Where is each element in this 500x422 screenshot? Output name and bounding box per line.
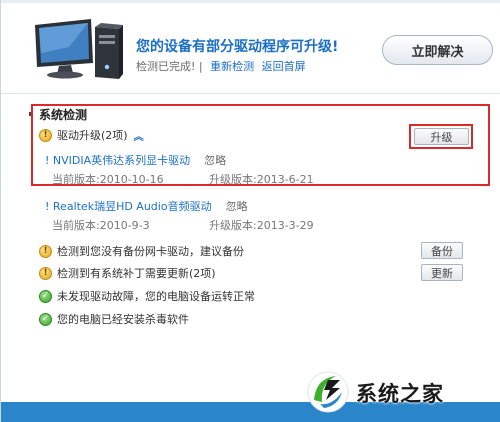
available-version: 升级版本:2013-3-29 (209, 219, 314, 232)
check-text: 检测到有系统补丁需要更新(2项) (57, 267, 216, 280)
driver-upgrade-label: 驱动升级(2项) (57, 129, 128, 142)
check-item-driver-ok: ✓ 未发现驱动故障，您的电脑设备运转正常 (39, 288, 255, 304)
warning-icon: ! (39, 244, 52, 258)
checkmark-icon: ✓ (39, 289, 52, 303)
warning-icon: ! (39, 128, 52, 142)
check-text: 未发现驱动故障，您的电脑设备运转正常 (57, 290, 255, 303)
header-status-line: 检测已完成! | 重新检测 返回首屏 (136, 58, 306, 74)
watermark-text: 系统之家 (356, 382, 444, 406)
chevron-up-icon[interactable]: ︽ (134, 128, 144, 143)
driver-item-realtek: ! Realtek瑞昱HD Audio音频驱动 忽略 (45, 198, 248, 214)
checkmark-icon: ✓ (39, 312, 52, 326)
update-button[interactable]: 更新 (421, 264, 463, 281)
header: 您的设备有部分驱动程序可升级! 检测已完成! | 重新检测 返回首屏 立即解决 (1, 3, 500, 90)
header-title: 您的设备有部分驱动程序可升级! (136, 39, 339, 55)
header-divider (1, 93, 500, 94)
return-home-link[interactable]: 返回首屏 (262, 60, 306, 73)
site-watermark: 系统之家 (306, 368, 496, 416)
driver-manager-window: 您的设备有部分驱动程序可升级! 检测已完成! | 重新检测 返回首屏 立即解决 … (0, 0, 500, 422)
current-version: 当前版本:2010-10-16 (52, 173, 164, 186)
upgrade-button[interactable]: 升级 (414, 128, 469, 145)
check-item-antivirus: ✓ 您的电脑已经安装杀毒软件 (39, 311, 189, 327)
fix-now-button[interactable]: 立即解决 (382, 35, 493, 65)
driver-upgrade-row[interactable]: ! 驱动升级(2项) ︽ (39, 127, 144, 143)
driver-item-nvidia: ! NVIDIA英伟达系列显卡驱动 忽略 (45, 152, 226, 168)
ignore-link[interactable]: 忽略 (204, 152, 226, 168)
check-item-backup: ! 检测到您没有备份网卡驱动，建议备份 (39, 243, 244, 259)
recheck-link[interactable]: 重新检测 (210, 60, 254, 73)
ignore-link[interactable]: 忽略 (226, 198, 248, 214)
current-version: 当前版本:2010-9-3 (52, 219, 150, 232)
scan-status-text: 检测已完成! (136, 60, 196, 73)
check-text: 检测到您没有备份网卡驱动，建议备份 (57, 245, 244, 258)
backup-button[interactable]: 备份 (421, 242, 463, 259)
xitongzhijia-logo-icon (307, 371, 349, 413)
check-text: 您的电脑已经安装杀毒软件 (57, 313, 189, 326)
status-separator: | (198, 60, 203, 73)
check-item-patches: ! 检测到有系统补丁需要更新(2项) (39, 265, 216, 281)
driver-name-link[interactable]: ! Realtek瑞昱HD Audio音频驱动 (45, 198, 212, 214)
driver-name-link[interactable]: ! NVIDIA英伟达系列显卡驱动 (45, 152, 190, 168)
warning-icon: ! (39, 266, 52, 280)
available-version: 升级版本:2013-6-21 (209, 173, 314, 186)
computer-illustration-icon (35, 19, 123, 79)
